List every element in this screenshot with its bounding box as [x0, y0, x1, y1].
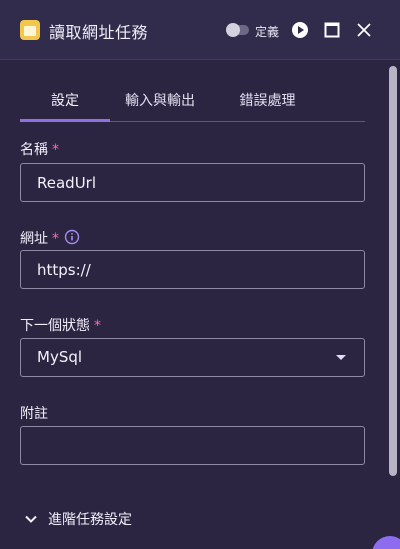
close-icon[interactable] [355, 21, 373, 39]
window-title: 讀取網址任務 [49, 23, 149, 42]
tab-bar: 設定 輸入與輸出 錯誤處理 [20, 90, 365, 122]
title-bar: 讀取網址任務 定義 [0, 0, 400, 60]
tab-settings[interactable]: 設定 [20, 90, 110, 121]
next-state-select[interactable]: MySql [20, 338, 365, 377]
chevron-down-icon [25, 515, 37, 523]
tab-input-output[interactable]: 輸入與輸出 [115, 90, 205, 121]
name-field-label: 名稱 * [20, 142, 59, 158]
scrollbar-thumb[interactable] [389, 66, 397, 476]
floating-action-button[interactable] [372, 536, 400, 549]
required-mark: * [52, 142, 59, 158]
toggle-knob [226, 23, 240, 37]
next-state-field-label: 下一個狀態 * [20, 318, 101, 334]
maximize-icon[interactable] [323, 21, 341, 39]
task-icon [20, 20, 40, 40]
toggle-label: 定義 [255, 25, 280, 39]
definition-toggle[interactable] [226, 23, 249, 37]
play-icon[interactable] [291, 21, 309, 39]
required-mark: * [94, 318, 101, 334]
info-icon[interactable] [64, 229, 80, 245]
note-input[interactable] [20, 426, 365, 465]
note-field-label: 附註 [20, 406, 48, 422]
url-field-label: 網址 * [20, 231, 59, 247]
active-tab-indicator [20, 119, 110, 122]
dropdown-arrow-icon[interactable] [336, 355, 346, 360]
advanced-settings-label: 進階任務設定 [48, 512, 132, 528]
name-input[interactable] [20, 163, 365, 202]
tab-error-handling[interactable]: 錯誤處理 [220, 90, 315, 121]
url-input[interactable] [20, 250, 365, 289]
required-mark: * [52, 231, 59, 247]
next-state-value: MySql [37, 348, 83, 366]
